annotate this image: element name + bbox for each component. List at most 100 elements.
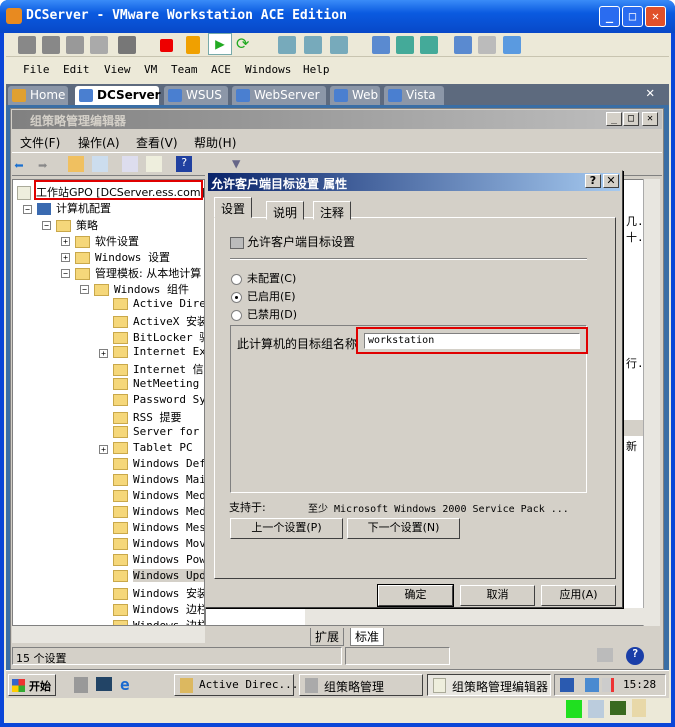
start-button[interactable]: 开始 [8,674,56,696]
summary-view-icon[interactable] [503,36,521,54]
tree-item[interactable]: Server for NI [113,425,204,438]
tab-home[interactable]: Home [8,86,68,105]
tree-admin-templates[interactable]: 管理模板: 从本地计算 [75,265,201,281]
tree-hscrollbar[interactable] [12,626,205,643]
play-icon[interactable]: ▶ [208,33,232,55]
tree-item[interactable]: Windows 边栏显示 [113,617,204,625]
radio-disabled[interactable]: 已禁用(D) [231,306,297,322]
tree-item[interactable]: Windows Power [113,553,204,566]
tab-extended[interactable]: 扩展 [310,628,345,646]
gpme-close-button[interactable]: ✕ [642,112,658,126]
ie-icon[interactable]: e [120,675,130,694]
expand-icon[interactable]: + [99,349,108,358]
menu-view[interactable]: View [104,63,131,76]
back-icon[interactable]: ⬅ [14,156,30,175]
show-desktop-icon[interactable] [96,677,112,691]
revert-snapshot-icon[interactable] [304,36,322,54]
expand-icon[interactable]: + [61,253,70,262]
menu-help[interactable]: Help [303,63,330,76]
gpme-minimize-button[interactable]: _ [606,112,622,126]
snapshot-icon[interactable] [18,36,36,54]
menu-edit[interactable]: Edit [63,63,90,76]
snapshot-revert-icon[interactable] [42,36,60,54]
tab-settings[interactable]: 设置 [214,197,253,218]
previous-setting-button[interactable]: 上一个设置(P) [230,518,343,539]
show-tree-icon[interactable] [92,156,108,172]
up-folder-icon[interactable] [68,156,84,172]
tree-windows-components[interactable]: Windows 组件 [94,281,189,297]
expand-icon[interactable]: + [99,445,108,454]
message-log-icon[interactable] [632,699,646,717]
dialog-help-button[interactable]: ? [585,174,601,188]
tab-web[interactable]: Web [330,86,380,105]
tree-item[interactable]: Tablet PC [113,441,193,454]
fullscreen-icon[interactable] [396,36,414,54]
collapse-icon[interactable]: − [23,205,32,214]
tree-item[interactable]: Windows Defer [113,457,204,470]
tree-item[interactable]: Internet Expl [113,345,204,358]
removable-device-icon[interactable] [66,36,84,54]
hard-disk-icon[interactable] [566,700,582,718]
collapse-icon[interactable]: − [61,269,70,278]
next-setting-button[interactable]: 下一个设置(N) [347,518,460,539]
cancel-button[interactable]: 取消 [460,585,535,606]
tab-wsus[interactable]: WSUS [164,86,228,105]
keyboard-icon[interactable] [597,648,613,662]
menu-windows[interactable]: Windows [245,63,291,76]
maximize-button[interactable]: □ [622,6,643,27]
radio-enabled[interactable]: 已启用(E) [231,288,296,304]
menu-ace[interactable]: ACE [211,63,231,76]
dialog-close-button[interactable]: ✕ [603,174,619,188]
sidebar-icon[interactable] [372,36,390,54]
tree-item[interactable]: RSS 提要 [113,409,182,425]
tree-windows-settings[interactable]: Windows 设置 [75,249,170,265]
tree-item[interactable]: Windows Messe [113,521,204,534]
ctrl-alt-del-icon[interactable] [118,36,136,54]
tree-item[interactable]: Windows Upda [113,569,204,582]
details-hscrollbar[interactable] [305,608,660,625]
collapse-icon[interactable]: − [42,221,51,230]
menu-vm[interactable]: VM [144,63,157,76]
tree-item[interactable]: Windows Medi [113,489,204,502]
help-icon[interactable]: ? [176,156,192,172]
ok-button[interactable]: 确定 [377,584,454,607]
apply-button[interactable]: 应用(A) [541,585,616,606]
tree-item[interactable]: Windows Mail [113,473,204,486]
take-snapshot-icon[interactable] [278,36,296,54]
tree-item[interactable]: Windows 边栏 [113,601,204,617]
taskbar-active-directory[interactable]: Active Direc... [174,674,298,696]
close-button[interactable]: ✕ [645,6,666,27]
server-manager-icon[interactable] [74,677,88,693]
network-icon[interactable] [585,678,599,692]
properties-icon[interactable] [122,156,138,172]
tab-comment[interactable]: 注释 [313,201,352,220]
tree-item[interactable]: Active Direct [113,297,204,310]
menu-help-cn[interactable]: 帮助(H) [194,134,236,151]
reset-icon[interactable]: ⟳ [236,34,249,53]
taskbar-gpmc[interactable]: 组策略管理 [299,674,423,696]
vm-settings-icon[interactable] [454,36,472,54]
tree-item[interactable]: BitLocker 驱动 [113,329,204,345]
help-circle-icon[interactable]: ? [626,647,644,665]
radio-not-configured[interactable]: 未配置(C) [231,270,296,286]
volume-muted-icon[interactable] [602,678,614,692]
stop-icon[interactable] [160,39,173,52]
usb-icon[interactable] [90,36,108,54]
tab-explain[interactable]: 说明 [266,201,305,220]
minimize-button[interactable]: _ [599,6,620,27]
tab-webserver[interactable]: WebServer [232,86,326,105]
vertical-scrollbar[interactable] [643,179,660,626]
menu-action[interactable]: 操作(A) [78,134,120,151]
snapshot-manager-icon[interactable] [330,36,348,54]
tree-item[interactable]: NetMeeting [113,377,199,390]
expand-icon[interactable]: + [61,237,70,246]
pause-icon[interactable] [186,36,200,54]
tree-item[interactable]: Windows 安装 [113,585,204,601]
menu-file[interactable]: File [23,63,50,76]
vmware-tools-icon[interactable] [560,678,574,692]
tab-standard[interactable]: 标准 [350,628,385,646]
forward-icon[interactable]: ➡ [38,156,54,175]
close-tab-icon[interactable]: ✕ [646,85,654,101]
menu-view-cn[interactable]: 查看(V) [136,134,178,151]
tree-item[interactable]: Password Sync [113,393,204,406]
